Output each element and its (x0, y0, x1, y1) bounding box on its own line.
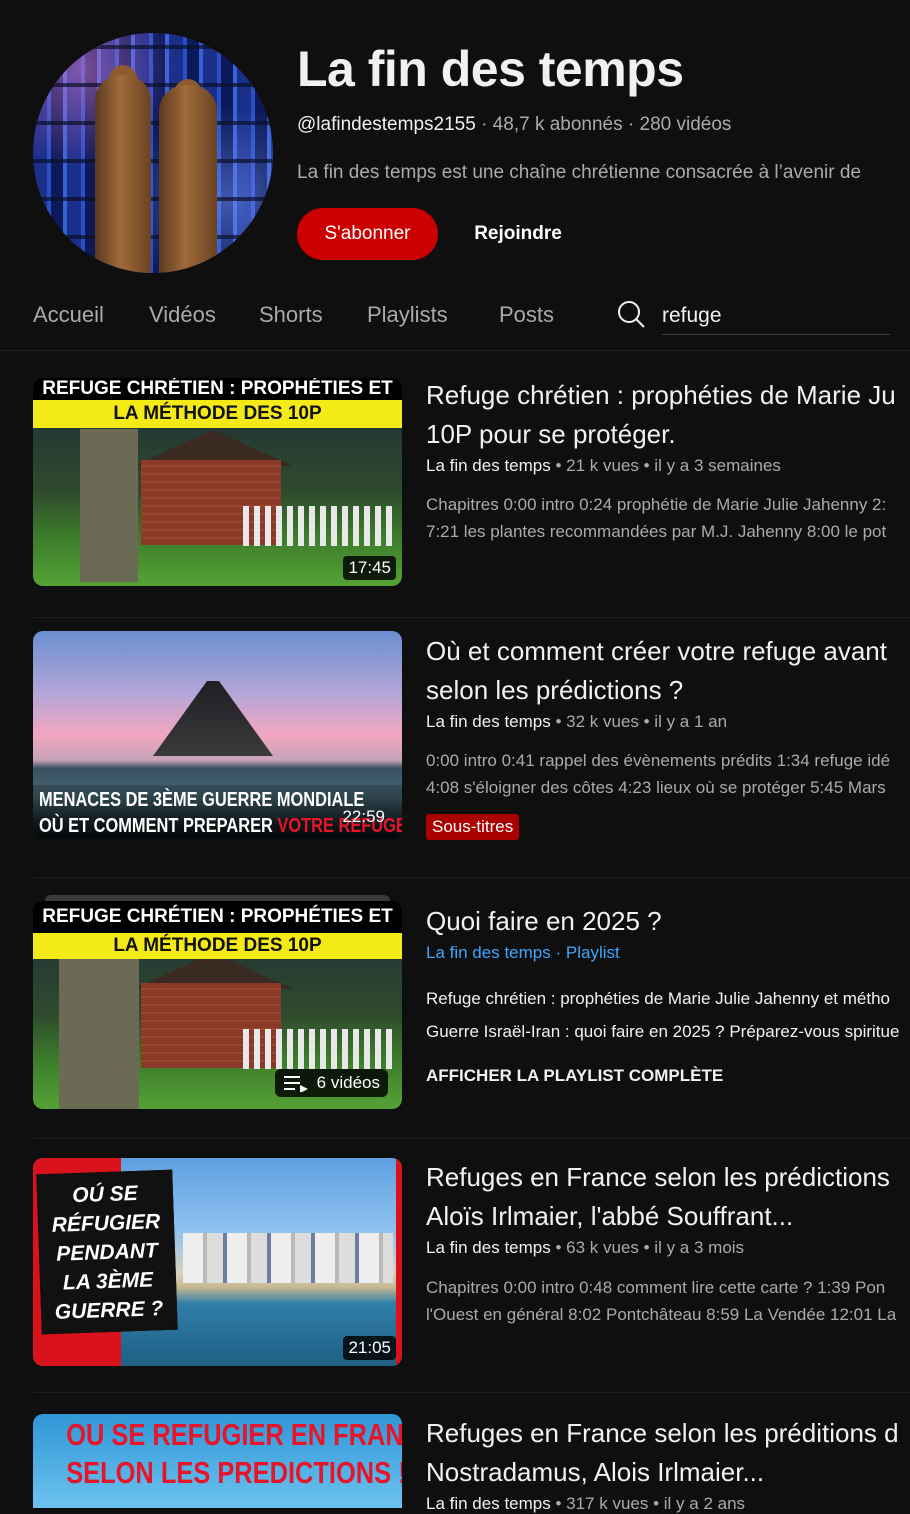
tab-shorts[interactable]: Shorts (259, 302, 323, 328)
video-meta: La fin des temps • 32 k vues • il y a 1 … (426, 712, 727, 732)
playlist-video-count: 6 vidéos (316, 1073, 380, 1092)
video-title-line2[interactable]: Nostradamus, Alois Irlmaier... (426, 1453, 910, 1492)
thumbnail-banner-bottom: LA MÉTHODE DES 10P (33, 933, 402, 959)
channel-link[interactable]: La fin des temps (426, 712, 551, 731)
view-full-playlist-link[interactable]: AFFICHER LA PLAYLIST COMPLÈTE (426, 1066, 723, 1086)
channel-avatar[interactable] (33, 33, 273, 273)
video-description-line2: 7:21 les plantes recommandées par M.J. J… (426, 522, 887, 541)
playlist-count: 6 vidéos (274, 1069, 388, 1097)
channel-link[interactable]: La fin des temps (426, 943, 551, 962)
channel-name: La fin des temps (297, 41, 684, 97)
video-title[interactable]: Refuges en France selon les prédi­tions … (426, 1414, 910, 1453)
censored-region (59, 959, 139, 1109)
playlist-thumbnail[interactable]: REFUGE CHRÉTIEN : PROPHÉTIES ET LA MÉTHO… (33, 901, 402, 1109)
divider (33, 1392, 910, 1393)
video-meta: La fin des temps • 21 k vues • il y a 3 … (426, 456, 781, 476)
channel-link[interactable]: La fin des temps (426, 1238, 551, 1257)
thumbnail-text: OÚ SE RÉFUGIER PENDANT LA 3ÈME GUERRE ? (51, 1181, 164, 1324)
thumbnail-text: OU SE REFUGIER EN FRANCE (66, 1417, 402, 1452)
video-stats: • 63 k vues • il y a 3 mois (550, 1238, 745, 1257)
video-meta: La fin des temps • 63 k vues • il y a 3 … (426, 1238, 744, 1258)
video-duration: 21:05 (343, 1336, 396, 1360)
channel-link[interactable]: La fin des temps (426, 1494, 551, 1513)
video-stats: • 32 k vues • il y a 1 an (550, 712, 728, 731)
video-title[interactable]: Refuge chrétien : prophéties de Marie Ju (426, 376, 910, 415)
channel-description[interactable]: La fin des temps est une chaîne chrétien… (297, 162, 910, 184)
video-duration: 22:59 (342, 807, 385, 826)
tab-playlists[interactable]: Playlists (367, 302, 448, 328)
playlist-meta: La fin des temps · Playlist (426, 943, 620, 963)
subscribe-button[interactable]: S'abonner (297, 208, 438, 260)
channel-stats: · 48,7 k abonnés · 280 vidéos (481, 114, 732, 135)
divider (33, 617, 910, 618)
video-title-line2[interactable]: 10P pour se protéger. (426, 415, 910, 454)
thumbnail-text: SELON LES PREDICTIONS ! (66, 1455, 402, 1490)
search-icon[interactable] (617, 300, 645, 328)
thumbnail-text: OÙ ET COMMENT PREPARER (39, 815, 278, 837)
video-description: Chapitres 0:00 intro 0:24 prophétie de M… (426, 495, 887, 514)
video-description: 0:00 intro 0:41 rappel des évènements pr… (426, 751, 891, 770)
playlist-title[interactable]: Quoi faire en 2025 ? (426, 902, 910, 941)
video-stats: • 317 k vues • il y a 2 ans (550, 1494, 746, 1513)
playlist-icon (283, 1076, 308, 1092)
video-stats: • 21 k vues • il y a 3 semaines (550, 456, 781, 475)
divider (33, 877, 910, 878)
video-title-line2[interactable]: selon les prédictions ? (426, 671, 910, 710)
playlist-type: · Playlist (555, 943, 620, 962)
channel-handle: @lafindestemps2155 (297, 114, 476, 135)
divider (33, 1138, 910, 1139)
video-meta: La fin des temps • 317 k vues • il y a 2… (426, 1494, 745, 1514)
thumbnail-textbox: OÚ SE RÉFUGIER PENDANT LA 3ÈME GUERRE ? (36, 1169, 178, 1335)
playlist-video-2[interactable]: Guerre Israël-Iran : quoi faire en 2025 … (426, 1018, 910, 1045)
tab-posts[interactable]: Posts (499, 302, 554, 328)
buildings (183, 1233, 393, 1283)
thumbnail-banner-top: REFUGE CHRÉTIEN : PROPHÉTIES ET (33, 901, 402, 933)
video-duration: 17:45 (343, 556, 396, 580)
join-button[interactable]: Rejoindre (451, 208, 585, 260)
tab-accueil[interactable]: Accueil (33, 302, 104, 328)
video-thumbnail[interactable]: OÚ SE RÉFUGIER PENDANT LA 3ÈME GUERRE ? … (33, 1158, 402, 1366)
video-description-line2: l'Ouest en général 8:02 Pontchâteau 8:59… (426, 1305, 897, 1324)
video-title[interactable]: Où et comment créer votre refuge avant (426, 632, 910, 671)
video-description: Chapitres 0:00 intro 0:48 comment lire c… (426, 1278, 886, 1297)
subtitles-badge: Sous-titres (426, 814, 520, 840)
video-title[interactable]: Refuges en France selon les prédictions (426, 1158, 910, 1197)
tab-videos[interactable]: Vidéos (149, 302, 216, 328)
video-thumbnail[interactable]: MENACES DE 3ÈME GUERRE MONDIALE OÙ ET CO… (33, 631, 402, 839)
video-thumbnail[interactable]: OU SE REFUGIER EN FRANCE SELON LES PREDI… (33, 1414, 402, 1508)
thumbnail-banner-top: REFUGE CHRÉTIEN : PROPHÉTIES ET (33, 378, 402, 400)
channel-meta: @lafindestemps2155 · 48,7 k abonnés · 28… (297, 114, 731, 136)
playlist-video-1[interactable]: Refuge chrétien : prophéties de Marie Ju… (426, 985, 910, 1012)
video-description-line2: 4:08 s'éloigner des côtes 4:23 lieux où … (426, 778, 886, 797)
censored-region (80, 429, 138, 582)
video-thumbnail[interactable]: REFUGE CHRÉTIEN : PROPHÉTIES ET LA MÉTHO… (33, 378, 402, 586)
video-title-line2[interactable]: Aloïs Irlmaier, l'abbé Souffrant... (426, 1197, 910, 1236)
channel-link[interactable]: La fin des temps (426, 456, 551, 475)
search-input[interactable] (662, 298, 890, 335)
thumbnail-banner-bottom: LA MÉTHODE DES 10P (33, 400, 402, 428)
